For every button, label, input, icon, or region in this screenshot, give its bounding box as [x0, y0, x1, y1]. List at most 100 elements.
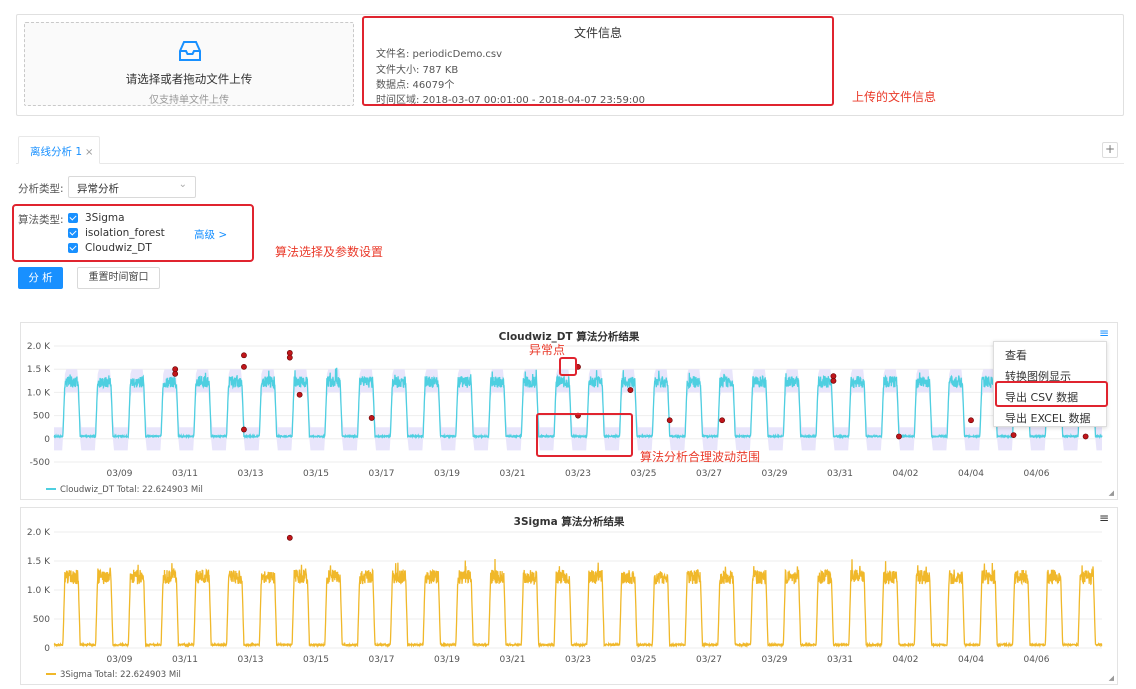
tab-offline-analysis-1[interactable]: 离线分析 1 ×	[18, 136, 100, 164]
y-tick-label: 1.5 K	[27, 557, 51, 567]
x-tick-label: 03/19	[434, 655, 460, 665]
close-icon[interactable]: ×	[85, 147, 93, 158]
advanced-link[interactable]: 高级 >	[194, 227, 227, 242]
file-info-size: 文件大小: 787 KB	[376, 65, 459, 76]
x-tick-label: 04/02	[893, 655, 919, 665]
menu-item-export-excel[interactable]: 导出 EXCEL 数据	[1005, 410, 1090, 426]
anomaly-point	[241, 426, 247, 433]
x-tick-label: 03/17	[369, 655, 395, 665]
x-tick-label: 03/25	[631, 655, 657, 665]
anomaly-point	[968, 417, 974, 424]
x-tick-label: 03/19	[434, 469, 460, 479]
anomaly-point	[286, 534, 293, 541]
x-tick-label: 03/27	[696, 655, 722, 665]
y-tick-label: 1.0 K	[27, 586, 51, 596]
anomaly-point	[241, 352, 247, 359]
y-tick-label: 500	[33, 615, 50, 625]
file-info-box: 文件信息 文件名: periodicDemo.csv 文件大小: 787 KB …	[362, 16, 834, 106]
anomaly-highlight-box	[559, 357, 577, 376]
x-tick-label: 03/25	[631, 469, 657, 479]
anomaly-point	[1010, 432, 1017, 438]
x-tick-label: 03/29	[762, 655, 788, 665]
anomaly-point	[241, 363, 247, 370]
anomaly-point	[172, 370, 179, 377]
menu-item-view[interactable]: 查看	[1005, 347, 1027, 363]
tab-bar: 离线分析 1 × +	[16, 136, 1124, 164]
legend-label: Cloudwiz_DT Total: 22.624903 Mil	[60, 485, 203, 495]
anomaly-point	[719, 417, 725, 424]
file-info-points: 数据点: 46079个	[376, 80, 455, 91]
x-tick-label: 03/27	[696, 469, 722, 479]
x-tick-label: 03/31	[827, 469, 853, 479]
anomaly-point	[830, 377, 837, 384]
file-info-annotation: 上传的文件信息	[852, 90, 937, 104]
anomaly-point	[896, 433, 902, 440]
file-info-title: 文件信息	[573, 26, 622, 40]
band-annotation: 算法分析合理波动范围	[640, 450, 761, 464]
x-tick-label: 03/23	[565, 655, 591, 665]
y-tick-label: 2.0 K	[27, 528, 51, 538]
inbox-icon	[179, 41, 201, 61]
y-tick-label: 2.0 K	[27, 342, 51, 352]
y-tick-label: 0	[44, 435, 50, 445]
checkbox-cloudwiz-dt[interactable]	[68, 243, 78, 253]
upload-hint: 仅支持单文件上传	[149, 95, 229, 106]
checkbox-3sigma-label: 3Sigma	[85, 212, 125, 224]
y-tick-label: 0	[44, 644, 50, 654]
checkbox-isolation-forest-label: isolation_forest	[85, 227, 165, 239]
x-tick-label: 04/02	[893, 469, 919, 479]
3sigma-chart: 2.0 K 1.5 K 1.0 K 500 0 03/09 03/11 03/13 03/15 0…	[27, 528, 1103, 680]
algorithm-type-label: 算法类型:	[18, 214, 64, 226]
algorithm-annotation: 算法选择及参数设置	[275, 245, 384, 259]
anomaly-point	[627, 387, 634, 393]
analysis-type-value: 异常分析	[77, 183, 119, 195]
upload-title: 请选择或者拖动文件上传	[125, 72, 253, 86]
file-info-range: 时间区域: 2018-03-07 00:01:00 - 2018-04-07 2…	[376, 95, 645, 106]
x-tick-label: 04/04	[958, 469, 984, 479]
anomaly-point	[368, 415, 375, 421]
cloudwiz-dt-chart: 2.0 K 1.5 K 1.0 K 500 0 -500 03/09 03/11 03/13 03…	[27, 342, 1103, 495]
checkbox-3sigma[interactable]	[68, 213, 78, 223]
anomaly-point	[296, 391, 303, 398]
y-tick-label: 500	[33, 412, 50, 422]
anomaly-annotation: 异常点	[529, 343, 566, 357]
x-tick-label: 03/15	[303, 469, 329, 479]
y-tick-label: 1.5 K	[27, 365, 51, 375]
x-tick-label: 03/09	[107, 469, 133, 479]
y-tick-label: -500	[30, 458, 51, 468]
analysis-type-label: 分析类型:	[18, 183, 64, 195]
analysis-type-select[interactable]: 异常分析 ⌄	[68, 176, 196, 198]
x-tick-label: 03/09	[107, 655, 133, 665]
add-tab-button[interactable]: +	[1102, 142, 1118, 158]
band-highlight-box	[536, 413, 633, 457]
tab-label: 离线分析 1	[30, 146, 83, 158]
x-tick-label: 03/23	[565, 469, 591, 479]
x-tick-label: 03/29	[762, 469, 788, 479]
anomaly-point	[666, 417, 673, 424]
x-tick-label: 03/11	[172, 655, 198, 665]
x-tick-label: 04/06	[1024, 655, 1050, 665]
x-tick-label: 03/21	[500, 469, 526, 479]
legend-label: 3Sigma Total: 22.624903 Mil	[60, 670, 181, 680]
analyze-button[interactable]: 分 析	[18, 267, 63, 289]
checkbox-cloudwiz-dt-label: Cloudwiz_DT	[85, 242, 152, 254]
reset-time-window-button[interactable]: 重置时间窗口	[77, 267, 160, 289]
anomaly-point	[286, 354, 293, 361]
x-tick-label: 03/17	[369, 469, 395, 479]
x-tick-label: 03/11	[172, 469, 198, 479]
x-tick-label: 03/13	[238, 655, 264, 665]
x-tick-label: 03/13	[238, 469, 264, 479]
x-tick-label: 04/06	[1024, 469, 1050, 479]
checkbox-isolation-forest[interactable]	[68, 228, 78, 238]
file-dropzone[interactable]: 请选择或者拖动文件上传 仅支持单文件上传	[24, 22, 354, 106]
y-tick-label: 1.0 K	[27, 388, 51, 398]
x-tick-label: 03/21	[500, 655, 526, 665]
x-tick-label: 04/04	[958, 655, 984, 665]
x-tick-label: 03/31	[827, 655, 853, 665]
chevron-down-icon: ⌄	[178, 179, 187, 190]
export-csv-highlight	[995, 381, 1108, 407]
series-line	[53, 558, 1103, 649]
anomaly-point	[1082, 433, 1089, 440]
file-info-name: 文件名: periodicDemo.csv	[376, 49, 503, 60]
x-tick-label: 03/15	[303, 655, 329, 665]
